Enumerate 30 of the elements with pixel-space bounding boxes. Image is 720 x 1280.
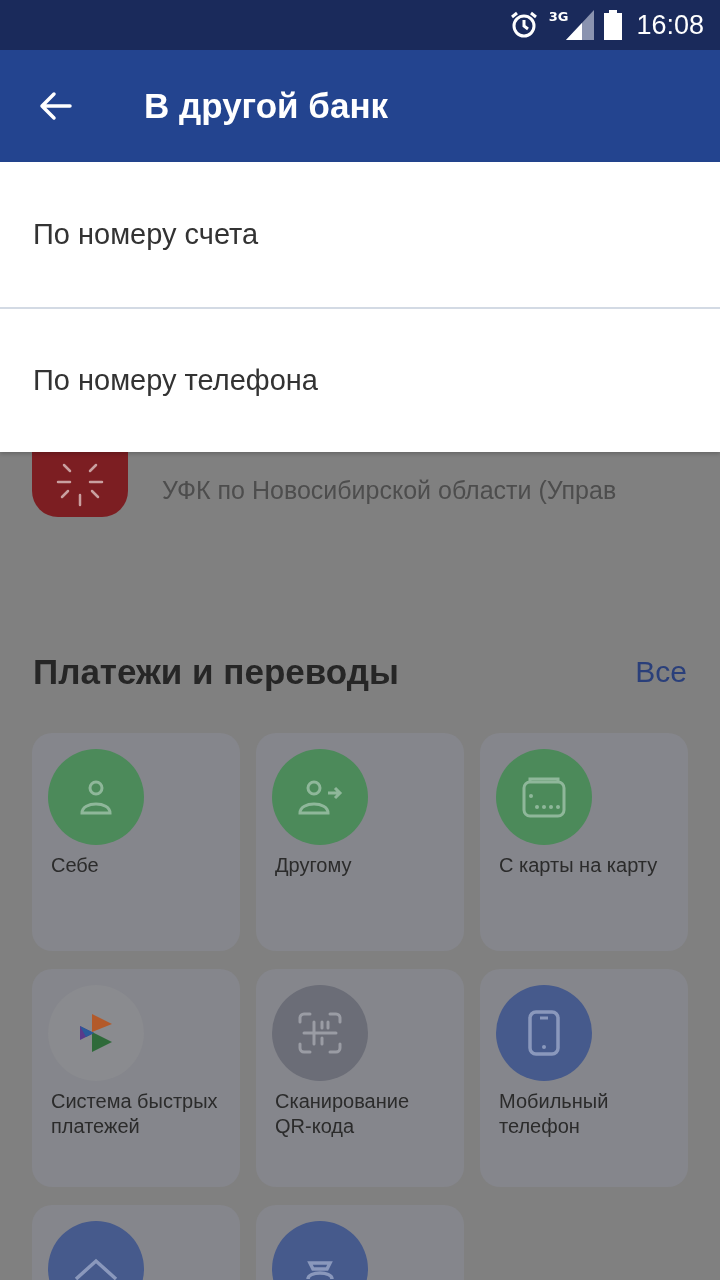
tile-label: С карты на карту xyxy=(498,853,659,878)
payment-tile[interactable]: Система быстрых платежей xyxy=(32,969,240,1187)
signal-icon xyxy=(566,10,595,40)
tile-label: Себе xyxy=(50,853,100,878)
tile-label: Другому xyxy=(274,853,353,878)
payment-tile[interactable]: С карты на карту xyxy=(480,733,688,951)
battery-icon xyxy=(604,10,623,40)
payment-tile[interactable]: Сканирование QR-кода xyxy=(256,969,464,1187)
tile-label: Сканирование QR-кода xyxy=(274,1089,411,1139)
back-arrow-icon[interactable] xyxy=(38,91,72,121)
screen-title: В другой банк xyxy=(144,86,389,126)
status-time: 16:08 xyxy=(636,9,704,41)
colorful-triangles-icon xyxy=(80,1014,112,1052)
phone-icon xyxy=(528,1010,560,1056)
tile-label: Мобильный телефон xyxy=(498,1089,610,1139)
menu-option[interactable]: По номеру счета xyxy=(0,162,720,307)
payment-tile[interactable]: Другому xyxy=(256,733,464,951)
bag-icon xyxy=(305,1259,335,1279)
network-type: 3G xyxy=(548,9,569,24)
alarm-clock-icon xyxy=(508,10,539,40)
payment-tile[interactable]: Мобильный телефон xyxy=(480,969,688,1187)
roof-icon xyxy=(72,1257,120,1280)
section-title: Платежи и переводы xyxy=(33,652,399,692)
payment-tile[interactable]: Себе xyxy=(32,733,240,951)
menu-option[interactable]: По номеру телефона xyxy=(0,307,720,452)
qr-scan-icon xyxy=(296,1010,344,1056)
payment-icon xyxy=(32,452,128,517)
all-link[interactable]: Все xyxy=(635,655,687,689)
wallet-icon xyxy=(521,776,567,818)
tile-label: Система быстрых платежей xyxy=(50,1089,219,1139)
